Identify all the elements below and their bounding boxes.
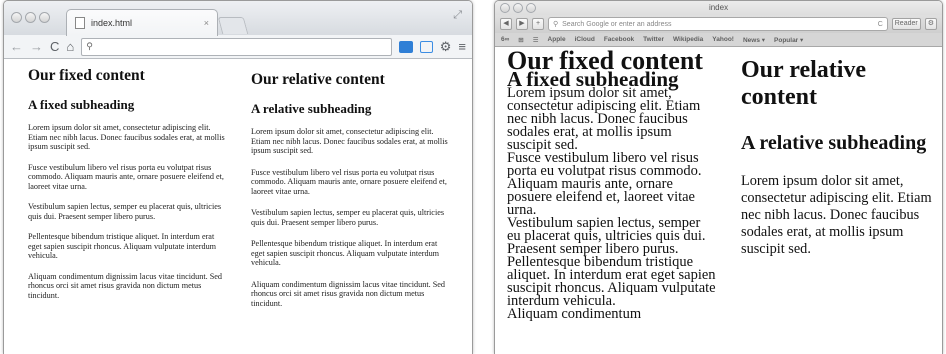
relative-content-column: Our relative content A relative subheadi… bbox=[251, 71, 449, 320]
fixed-paragraph: Vestibulum sapien lectus, semper eu plac… bbox=[28, 202, 222, 221]
address-placeholder: Search Google or enter an address bbox=[562, 20, 672, 28]
fixed-content-column: Our fixed content A fixed subheading Lor… bbox=[28, 67, 226, 311]
fixed-paragraph: Aliquam condimentum bbox=[507, 306, 642, 322]
forward-button[interactable]: ▶ bbox=[516, 18, 528, 30]
relative-paragraph: Pellentesque bibendum tristique aliquet.… bbox=[251, 239, 440, 267]
reload-button[interactable]: C bbox=[50, 40, 59, 53]
chrome-title-bar: index.html × ⤢ bbox=[4, 1, 472, 36]
zoom-window-button[interactable] bbox=[526, 3, 536, 13]
bookmark-wikipedia[interactable]: Wikipedia bbox=[673, 36, 703, 43]
fixed-paragraph: Lorem ipsum dolor sit amet, consectetur … bbox=[28, 123, 225, 151]
bookmark-twitter[interactable]: Twitter bbox=[643, 36, 664, 43]
window-controls bbox=[11, 12, 50, 23]
fixed-heading: Our fixed content bbox=[28, 67, 145, 84]
relative-paragraph: Aliquam condimentum dignissim lacus vita… bbox=[251, 279, 445, 308]
bookmark-yahoo[interactable]: Yahoo! bbox=[712, 36, 734, 43]
relative-subheading: A relative subheading bbox=[251, 101, 372, 116]
new-tab-button[interactable] bbox=[217, 17, 249, 34]
relative-paragraph: Lorem ipsum dolor sit amet, consectetur … bbox=[741, 173, 932, 257]
gear-icon[interactable]: ⚙ bbox=[440, 40, 452, 53]
relative-heading: Our relative content bbox=[741, 57, 867, 110]
fixed-paragraph: Lorem ipsum dolor sit amet, consectetur … bbox=[507, 85, 701, 153]
safari-toolbar: ◀ ▶ + ⚲ Search Google or enter an addres… bbox=[495, 15, 942, 33]
fixed-content-column: Our fixed content A fixed subheading Lor… bbox=[507, 48, 717, 322]
safari-title-bar: index bbox=[495, 1, 942, 15]
fixed-paragraph: Fusce vestibulum libero vel risus porta … bbox=[507, 150, 702, 218]
window-controls bbox=[500, 3, 536, 13]
relative-heading: Our relative content bbox=[251, 71, 385, 88]
omnibox-input[interactable]: ⚲ bbox=[81, 37, 392, 56]
minimize-window-button[interactable] bbox=[513, 3, 523, 13]
bookmark-news[interactable]: News ▾ bbox=[743, 36, 765, 44]
top-sites-icon[interactable]: ☰ bbox=[533, 36, 539, 44]
safari-page-content: Our fixed content A fixed subheading Lor… bbox=[495, 47, 942, 354]
tab-title: index.html bbox=[91, 18, 133, 28]
page-icon bbox=[75, 17, 85, 29]
reload-icon[interactable]: C bbox=[878, 21, 883, 28]
relative-paragraph: Vestibulum sapien lectus, semper eu plac… bbox=[251, 208, 445, 227]
reading-list-icon[interactable]: 6∞ bbox=[501, 36, 509, 43]
chrome-page-content: Our fixed content A fixed subheading Lor… bbox=[4, 59, 472, 354]
tab-close-icon[interactable]: × bbox=[204, 18, 209, 28]
fixed-paragraph: Pellentesque bibendum tristique aliquet.… bbox=[507, 254, 716, 309]
forward-button[interactable]: → bbox=[30, 40, 43, 53]
close-window-button[interactable] bbox=[500, 3, 510, 13]
close-window-button[interactable] bbox=[11, 12, 22, 23]
zoom-window-button[interactable] bbox=[39, 12, 50, 23]
search-icon: ⚲ bbox=[553, 21, 559, 28]
window-title: index bbox=[708, 3, 729, 12]
chrome-tab-index[interactable]: index.html × bbox=[66, 9, 218, 36]
extension-icon[interactable] bbox=[398, 40, 413, 53]
address-bar-input[interactable]: ⚲ Search Google or enter an address C bbox=[548, 17, 888, 31]
back-button[interactable]: ← bbox=[10, 40, 23, 53]
bookmark-facebook[interactable]: Facebook bbox=[604, 36, 634, 43]
chrome-toolbar: ← → C ⌂ ⚲ ⚙ ≡ bbox=[4, 35, 472, 59]
fixed-paragraph: Fusce vestibulum libero vel risus porta … bbox=[28, 162, 224, 191]
fullscreen-icon[interactable]: ⤢ bbox=[453, 9, 462, 22]
menu-icon[interactable]: ≡ bbox=[458, 40, 466, 53]
reader-button[interactable]: Reader bbox=[891, 18, 921, 30]
fixed-paragraph: Aliquam condimentum dignissim lacus vita… bbox=[28, 271, 222, 300]
bookmarks-icon[interactable]: ⊞ bbox=[518, 36, 523, 44]
minimize-window-button[interactable] bbox=[25, 12, 36, 23]
home-button[interactable]: ⌂ bbox=[66, 40, 74, 53]
bookmarks-bar: 6∞ ⊞ ☰ Apple iCloud Facebook Twitter Wik… bbox=[495, 33, 942, 47]
relative-content-column: Our relative content A relative subheadi… bbox=[741, 57, 937, 258]
safari-browser-window: index ◀ ▶ + ⚲ Search Google or enter an … bbox=[494, 0, 943, 354]
search-icon: ⚲ bbox=[86, 41, 93, 51]
fixed-paragraph: Vestibulum sapien lectus, semper eu plac… bbox=[507, 215, 706, 257]
fixed-subheading: A fixed subheading bbox=[28, 97, 135, 112]
relative-subheading: A relative subheading bbox=[741, 132, 927, 154]
add-bookmark-button[interactable]: + bbox=[532, 18, 544, 30]
back-button[interactable]: ◀ bbox=[500, 18, 512, 30]
bookmark-icloud[interactable]: iCloud bbox=[575, 36, 595, 43]
settings-icon[interactable]: ⚙ bbox=[924, 18, 937, 30]
chrome-browser-window: index.html × ⤢ ← → C ⌂ ⚲ ⚙ ≡ Our fixed c… bbox=[3, 0, 473, 354]
bookmark-popular[interactable]: Popular ▾ bbox=[774, 36, 803, 44]
fixed-paragraph: Pellentesque bibendum tristique aliquet.… bbox=[28, 232, 217, 260]
relative-paragraph: Lorem ipsum dolor sit amet, consectetur … bbox=[251, 127, 448, 155]
bookmark-apple[interactable]: Apple bbox=[548, 36, 566, 43]
screen-capture-icon[interactable] bbox=[419, 40, 433, 53]
relative-paragraph: Fusce vestibulum libero vel risus porta … bbox=[251, 167, 447, 196]
